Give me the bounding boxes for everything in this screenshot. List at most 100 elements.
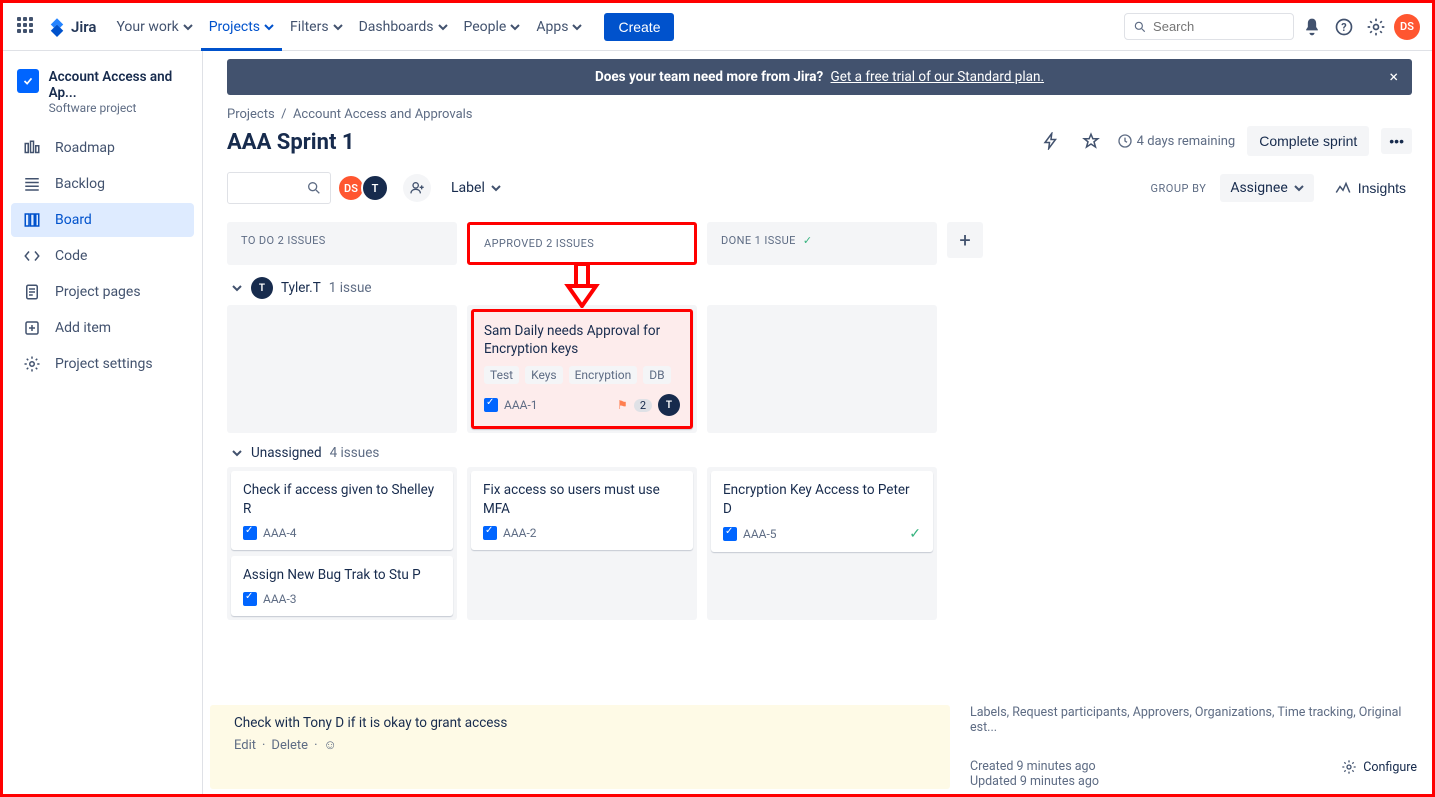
card-label[interactable]: DB	[643, 366, 670, 384]
project-sidebar: Account Access and Ap... Software projec…	[3, 51, 203, 794]
issue-type-task-icon	[483, 526, 497, 540]
upgrade-banner: Does your team need more from Jira? Get …	[227, 59, 1412, 95]
global-search[interactable]	[1124, 13, 1294, 40]
app-switcher-icon[interactable]	[15, 15, 39, 39]
chevron-down-icon	[572, 22, 582, 32]
create-button[interactable]: Create	[604, 13, 674, 41]
assignee-filter-avatars: DS T	[341, 174, 389, 202]
swimlane-avatar: T	[251, 277, 273, 299]
chevron-down-icon	[510, 22, 520, 32]
jira-logo[interactable]: Jira	[47, 17, 96, 37]
breadcrumb-root[interactable]: Projects	[227, 107, 275, 122]
annotation-arrow	[562, 264, 602, 312]
column-cell[interactable]	[227, 305, 457, 433]
chevron-down-icon	[264, 22, 274, 32]
issue-type-task-icon	[243, 526, 257, 540]
sidebar-item-board[interactable]: Board	[11, 203, 194, 237]
column-cell[interactable]: Encryption Key Access to Peter DAAA-5✓	[707, 467, 937, 620]
issue-key[interactable]: AAA-1	[504, 398, 538, 412]
user-avatar[interactable]: DS	[1394, 14, 1420, 40]
card-label[interactable]: Encryption	[569, 366, 638, 384]
nav-item-projects[interactable]: Projects	[201, 3, 282, 51]
settings-icon[interactable]	[1362, 13, 1390, 41]
insights-icon	[1334, 179, 1352, 197]
comment-edit[interactable]: Edit	[234, 738, 256, 753]
column-header[interactable]: DONE 1 ISSUE ✓	[707, 222, 937, 265]
add-column-button[interactable]: +	[947, 222, 983, 258]
issue-card[interactable]: Check if access given to Shelley RAAA-4	[231, 471, 453, 549]
backlog-icon	[23, 175, 41, 193]
project-header[interactable]: Account Access and Ap... Software projec…	[7, 63, 198, 129]
nav-item-dashboards[interactable]: Dashboards	[351, 3, 456, 51]
column-header[interactable]: TO DO 2 ISSUES	[227, 222, 457, 265]
issue-card[interactable]: Sam Daily needs Approval for Encryption …	[471, 309, 693, 429]
sprint-title: AAA Sprint 1	[227, 130, 354, 155]
chevron-down-icon	[333, 22, 343, 32]
top-nav: Jira Your workProjectsFiltersDashboardsP…	[3, 3, 1432, 51]
help-icon[interactable]: ?	[1330, 13, 1358, 41]
add-people-icon	[409, 180, 425, 196]
nav-item-your-work[interactable]: Your work	[108, 3, 200, 51]
nav-item-people[interactable]: People	[456, 3, 529, 51]
issue-card[interactable]: Fix access so users must use MFAAAA-2	[471, 471, 693, 549]
banner-close-icon[interactable]: ×	[1389, 67, 1398, 86]
chevron-down-icon	[491, 183, 501, 193]
issue-key[interactable]: AAA-4	[263, 526, 297, 540]
column-cell[interactable]: Sam Daily needs Approval for Encryption …	[467, 305, 697, 433]
sidebar-item-project-pages[interactable]: Project pages	[11, 275, 194, 309]
chevron-down-icon	[231, 447, 243, 459]
issue-card[interactable]: Assign New Bug Trak to Stu PAAA-3	[231, 556, 453, 616]
groupby-select[interactable]: Assignee	[1220, 174, 1313, 202]
chevron-down-icon	[438, 22, 448, 32]
detail-updated: Updated 9 minutes ago	[970, 774, 1099, 789]
column-header[interactable]: APPROVED 2 ISSUES	[467, 222, 697, 265]
flag-icon: ⚑	[617, 398, 628, 412]
board-search[interactable]	[227, 172, 331, 204]
sidebar-item-add-item[interactable]: Add item	[11, 311, 194, 345]
card-label[interactable]: Test	[484, 366, 519, 384]
banner-link[interactable]: Get a free trial of our Standard plan.	[831, 69, 1045, 85]
more-actions-button[interactable]: •••	[1381, 128, 1412, 154]
story-points-badge: 2	[634, 399, 652, 412]
sidebar-item-project-settings[interactable]: Project settings	[11, 347, 194, 381]
nav-item-filters[interactable]: Filters	[282, 3, 351, 51]
assignee-avatar[interactable]: T	[658, 394, 680, 416]
issue-detail-strip: Check with Tony D if it is okay to grant…	[210, 705, 1417, 789]
sidebar-item-code[interactable]: Code	[11, 239, 194, 273]
jira-logo-icon	[47, 17, 67, 37]
detail-created: Created 9 minutes ago	[970, 759, 1099, 774]
issue-key[interactable]: AAA-2	[503, 526, 537, 540]
add-people-button[interactable]	[403, 174, 431, 202]
issue-key[interactable]: AAA-3	[263, 592, 297, 606]
swimlane-header[interactable]: TTyler.T1 issue	[231, 277, 1412, 299]
swimlane-header[interactable]: Unassigned4 issues	[231, 445, 1412, 461]
sidebar-item-roadmap[interactable]: Roadmap	[11, 131, 194, 165]
comment-emoji-icon[interactable]: ☺	[323, 737, 336, 753]
nav-item-apps[interactable]: Apps	[528, 3, 590, 51]
detail-fields-hint: Labels, Request participants, Approvers,…	[970, 705, 1417, 735]
roadmap-icon	[23, 139, 41, 157]
insights-button[interactable]: Insights	[1328, 178, 1412, 198]
avatar-t[interactable]: T	[361, 174, 389, 202]
automation-icon[interactable]	[1037, 127, 1065, 155]
label-filter[interactable]: Label	[451, 180, 501, 196]
star-icon[interactable]	[1077, 127, 1105, 155]
notifications-icon[interactable]	[1298, 13, 1326, 41]
complete-sprint-button[interactable]: Complete sprint	[1247, 126, 1369, 156]
board-icon	[23, 211, 41, 229]
sidebar-item-backlog[interactable]: Backlog	[11, 167, 194, 201]
column-cell[interactable]: Fix access so users must use MFAAAA-2	[467, 467, 697, 620]
card-title: Encryption Key Access to Peter D	[723, 481, 921, 517]
issue-card[interactable]: Encryption Key Access to Peter DAAA-5✓	[711, 471, 933, 551]
groupby-label: GROUP BY	[1151, 182, 1207, 195]
page-icon	[23, 283, 41, 301]
configure-button[interactable]: Configure	[1341, 759, 1417, 775]
card-label[interactable]: Keys	[525, 366, 563, 384]
issue-key[interactable]: AAA-5	[743, 527, 777, 541]
breadcrumb-project[interactable]: Account Access and Approvals	[293, 107, 473, 122]
column-cell[interactable]	[707, 305, 937, 433]
gear-icon	[1341, 759, 1357, 775]
search-input[interactable]	[1151, 18, 1285, 35]
column-cell[interactable]: Check if access given to Shelley RAAA-4A…	[227, 467, 457, 620]
comment-delete[interactable]: Delete	[271, 738, 308, 753]
